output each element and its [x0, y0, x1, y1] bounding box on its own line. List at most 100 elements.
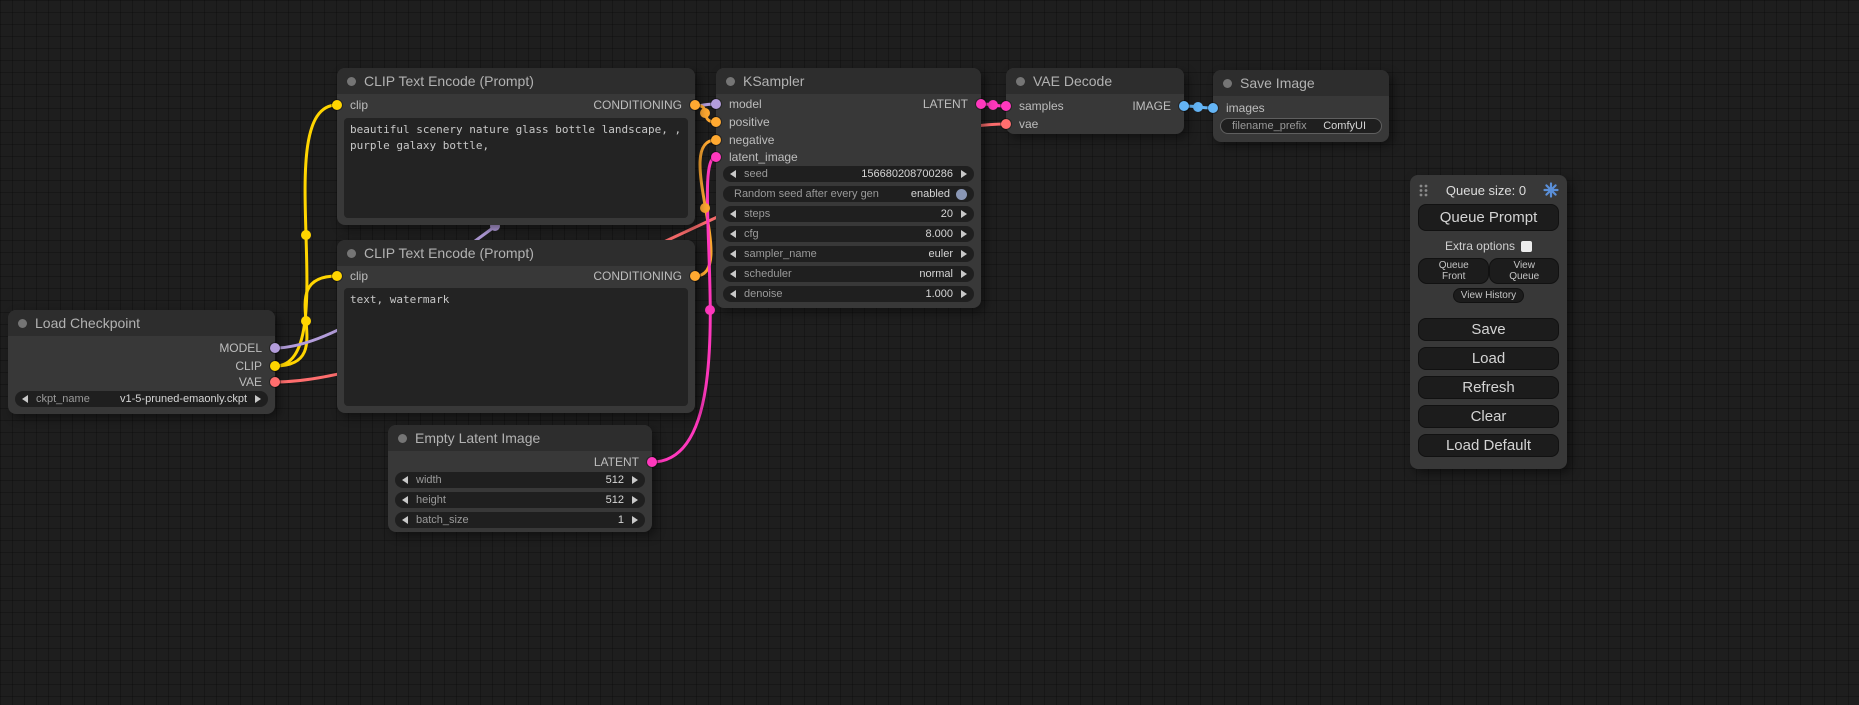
ckpt-name-widget[interactable]: ckpt_name v1-5-pruned-emaonly.ckpt [15, 391, 268, 407]
latent-slot-dot[interactable] [711, 152, 721, 162]
node-clip-text-encode-positive[interactable]: CLIP Text Encode (Prompt) clip CONDITION… [337, 68, 695, 225]
next-value-arrow-icon[interactable] [961, 290, 967, 298]
negative-prompt-textarea[interactable]: text, watermark [344, 288, 688, 406]
prev-value-arrow-icon[interactable] [730, 250, 736, 258]
next-value-arrow-icon[interactable] [632, 516, 638, 524]
drag-handle-icon[interactable] [1418, 183, 1429, 198]
steps-widget[interactable]: steps 20 [723, 206, 974, 222]
input-slot-clip[interactable]: clip [337, 97, 368, 113]
node-empty-latent-image[interactable]: Empty Latent Image LATENT width 512 heig… [388, 425, 652, 532]
conditioning-slot-dot[interactable] [711, 135, 721, 145]
latent-slot-dot[interactable] [1001, 101, 1011, 111]
clip-slot-dot[interactable] [332, 100, 342, 110]
extra-options-checkbox[interactable] [1521, 241, 1532, 252]
batch-size-widget[interactable]: batch_size 1 [395, 512, 645, 528]
next-value-arrow-icon[interactable] [632, 476, 638, 484]
load-button[interactable]: Load [1418, 347, 1559, 370]
clip-slot-dot[interactable] [332, 271, 342, 281]
next-value-arrow-icon[interactable] [961, 270, 967, 278]
model-slot-dot[interactable] [711, 99, 721, 109]
queue-front-button[interactable]: Queue Front [1418, 258, 1489, 284]
sampler-name-widget[interactable]: sampler_name euler [723, 246, 974, 262]
settings-gear-icon[interactable] [1543, 182, 1559, 198]
prev-value-arrow-icon[interactable] [402, 476, 408, 484]
collapse-dot-icon[interactable] [1016, 77, 1025, 86]
prev-value-arrow-icon[interactable] [730, 170, 736, 178]
collapse-dot-icon[interactable] [18, 319, 27, 328]
scheduler-widget[interactable]: scheduler normal [723, 266, 974, 282]
latent-slot-dot[interactable] [647, 457, 657, 467]
filename-prefix-widget[interactable]: filename_prefix ComfyUI [1220, 118, 1382, 134]
collapse-dot-icon[interactable] [398, 434, 407, 443]
output-slot-vae[interactable]: VAE [239, 374, 275, 390]
prev-value-arrow-icon[interactable] [730, 210, 736, 218]
output-slot-latent[interactable]: LATENT [923, 96, 981, 112]
image-slot-dot[interactable] [1208, 103, 1218, 113]
collapse-dot-icon[interactable] [726, 77, 735, 86]
next-value-arrow-icon[interactable] [961, 230, 967, 238]
output-slot-conditioning[interactable]: CONDITIONING [593, 268, 695, 284]
conditioning-slot-dot[interactable] [711, 117, 721, 127]
output-slot-model[interactable]: MODEL [219, 340, 275, 356]
save-button[interactable]: Save [1418, 318, 1559, 341]
refresh-button[interactable]: Refresh [1418, 376, 1559, 399]
input-slot-vae[interactable]: vae [1006, 116, 1038, 132]
clear-button[interactable]: Clear [1418, 405, 1559, 428]
input-slot-clip[interactable]: clip [337, 268, 368, 284]
output-slot-latent[interactable]: LATENT [594, 454, 652, 470]
prev-value-arrow-icon[interactable] [22, 395, 28, 403]
node-title-bar[interactable]: Empty Latent Image [388, 425, 652, 451]
next-value-arrow-icon[interactable] [961, 170, 967, 178]
height-widget[interactable]: height 512 [395, 492, 645, 508]
prev-value-arrow-icon[interactable] [402, 516, 408, 524]
node-title-bar[interactable]: Load Checkpoint [8, 310, 275, 336]
prev-value-arrow-icon[interactable] [730, 290, 736, 298]
conditioning-slot-dot[interactable] [690, 271, 700, 281]
output-slot-conditioning[interactable]: CONDITIONING [593, 97, 695, 113]
node-vae-decode[interactable]: VAE Decode samples vae IMAGE [1006, 68, 1184, 134]
input-slot-images[interactable]: images [1213, 100, 1265, 116]
clip-slot-dot[interactable] [270, 361, 280, 371]
conditioning-slot-dot[interactable] [690, 100, 700, 110]
vae-slot-dot[interactable] [1001, 119, 1011, 129]
output-slot-clip[interactable]: CLIP [235, 358, 275, 374]
input-slot-latent-image[interactable]: latent_image [716, 149, 798, 165]
queue-prompt-button[interactable]: Queue Prompt [1418, 204, 1559, 231]
input-slot-negative[interactable]: negative [716, 132, 774, 148]
toggle-knob-icon[interactable] [956, 189, 967, 200]
next-value-arrow-icon[interactable] [961, 210, 967, 218]
model-slot-dot[interactable] [270, 343, 280, 353]
next-value-arrow-icon[interactable] [961, 250, 967, 258]
positive-prompt-textarea[interactable]: beautiful scenery nature glass bottle la… [344, 118, 688, 218]
random-seed-toggle-widget[interactable]: Random seed after every gen enabled [723, 186, 974, 202]
node-ksampler[interactable]: KSampler model positive negative latent_… [716, 68, 981, 308]
prev-value-arrow-icon[interactable] [730, 230, 736, 238]
width-widget[interactable]: width 512 [395, 472, 645, 488]
node-title-bar[interactable]: CLIP Text Encode (Prompt) [337, 240, 695, 266]
node-title-bar[interactable]: CLIP Text Encode (Prompt) [337, 68, 695, 94]
next-value-arrow-icon[interactable] [632, 496, 638, 504]
image-slot-dot[interactable] [1179, 101, 1189, 111]
node-title-bar[interactable]: Save Image [1213, 70, 1389, 96]
collapse-dot-icon[interactable] [1223, 79, 1232, 88]
prev-value-arrow-icon[interactable] [402, 496, 408, 504]
latent-slot-dot[interactable] [976, 99, 986, 109]
node-clip-text-encode-negative[interactable]: CLIP Text Encode (Prompt) clip CONDITION… [337, 240, 695, 413]
seed-widget[interactable]: seed 156680208700286 [723, 166, 974, 182]
node-title-bar[interactable]: KSampler [716, 68, 981, 94]
input-slot-positive[interactable]: positive [716, 114, 770, 130]
vae-slot-dot[interactable] [270, 377, 280, 387]
collapse-dot-icon[interactable] [347, 77, 356, 86]
node-load-checkpoint[interactable]: Load Checkpoint MODEL CLIP VAE ckpt_name… [8, 310, 275, 414]
collapse-dot-icon[interactable] [347, 249, 356, 258]
view-queue-button[interactable]: View Queue [1489, 258, 1559, 284]
view-history-button[interactable]: View History [1453, 288, 1524, 303]
node-save-image[interactable]: Save Image images filename_prefix ComfyU… [1213, 70, 1389, 142]
graph-canvas[interactable]: Load Checkpoint MODEL CLIP VAE ckpt_name… [0, 0, 1859, 705]
load-default-button[interactable]: Load Default [1418, 434, 1559, 457]
output-slot-image[interactable]: IMAGE [1132, 98, 1184, 114]
node-title-bar[interactable]: VAE Decode [1006, 68, 1184, 94]
denoise-widget[interactable]: denoise 1.000 [723, 286, 974, 302]
input-slot-samples[interactable]: samples [1006, 98, 1064, 114]
input-slot-model[interactable]: model [716, 96, 762, 112]
